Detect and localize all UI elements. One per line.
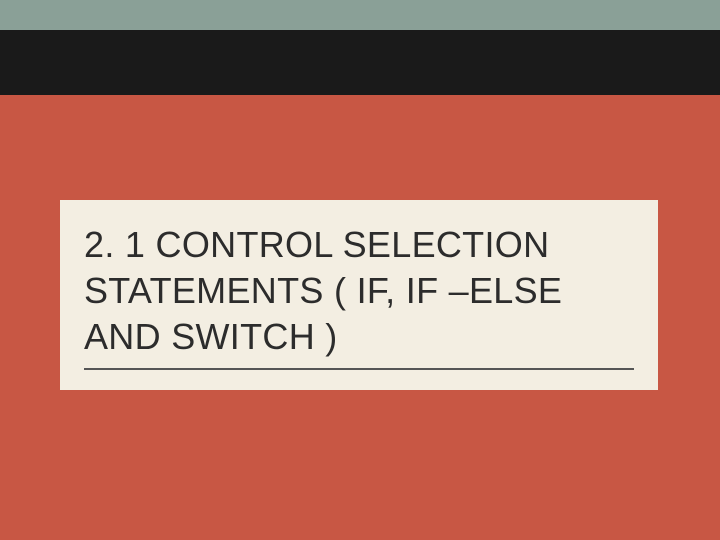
slide: 2. 1 CONTROL SELECTION STATEMENTS ( IF, …	[0, 0, 720, 540]
header-black-bar	[0, 30, 720, 95]
title-container: 2. 1 CONTROL SELECTION STATEMENTS ( IF, …	[60, 200, 658, 390]
slide-title: 2. 1 CONTROL SELECTION STATEMENTS ( IF, …	[84, 222, 634, 370]
